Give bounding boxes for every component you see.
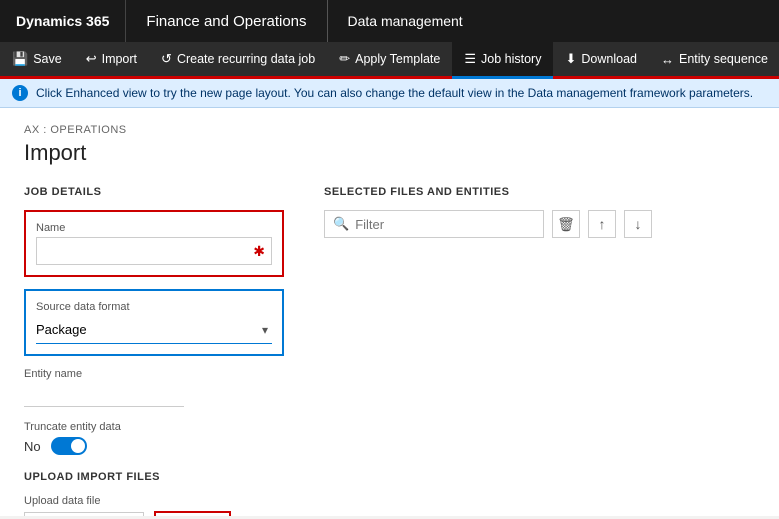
history-icon: ☰ [464,51,476,67]
main-content: AX : OPERATIONS Import JOB DETAILS Name … [0,108,779,516]
truncate-label: Truncate entity data [24,421,284,433]
filter-search-icon: 🔍 [333,216,349,232]
info-banner: i Click Enhanced view to try the new pag… [0,79,779,108]
app-label-area: Finance and Operations [126,0,327,42]
source-format-select[interactable]: Package CSV Excel XML-Element [36,322,258,337]
right-panel: SELECTED FILES AND ENTITIES 🔍 🗑 ↑ ↓ [324,186,755,516]
upload-file-input[interactable] [24,512,144,516]
job-details-label: JOB DETAILS [24,186,284,198]
name-input-wrap: ✱ [36,237,272,265]
entity-label: Entity sequence [679,52,768,66]
entities-label: SELECTED FILES AND ENTITIES [324,186,755,198]
toggle-knob [71,439,85,453]
recurring-button[interactable]: ↺ Create recurring data job [149,42,327,76]
history-label: Job history [481,52,541,66]
save-label: Save [33,52,62,66]
import-label: Import [102,52,137,66]
left-panel: JOB DETAILS Name ✱ Source data format Pa… [24,186,284,516]
upload-button[interactable]: Upload [154,511,231,516]
download-icon: ⬇ [565,51,576,67]
top-nav: Dynamics 365 Finance and Operations Data… [0,0,779,42]
name-input[interactable] [43,244,253,259]
brand-label: Dynamics 365 [16,13,109,29]
content-grid: JOB DETAILS Name ✱ Source data format Pa… [24,186,755,516]
template-label: Apply Template [355,52,440,66]
required-star: ✱ [253,243,265,260]
entity-button[interactable]: ↔ Entity sequence [649,42,779,76]
delete-icon[interactable]: 🗑 [552,210,580,238]
import-button[interactable]: ↩ Import [74,42,149,76]
module-label-area[interactable]: Data management [328,0,483,42]
truncate-toggle-row: No [24,437,284,455]
chevron-down-icon: ▾ [258,323,272,337]
page-title: Import [24,140,755,166]
template-icon: ✏ [339,51,350,67]
move-down-icon[interactable]: ↓ [624,210,652,238]
name-label: Name [36,222,272,234]
module-name: Data management [348,13,463,29]
upload-section-label: UPLOAD IMPORT FILES [24,471,284,483]
entity-name-label: Entity name [24,368,284,380]
download-label: Download [581,52,637,66]
info-message: Click Enhanced view to try the new page … [36,86,753,100]
recurring-label: Create recurring data job [177,52,315,66]
entity-name-input[interactable] [24,383,184,407]
upload-section: UPLOAD IMPORT FILES Upload data file Upl… [24,471,284,516]
filter-row: 🔍 🗑 ↑ ↓ [324,210,755,238]
truncate-field: Truncate entity data No [24,421,284,455]
filter-box: 🔍 [324,210,544,238]
toolbar: 💾 Save ↩ Import ↺ Create recurring data … [0,42,779,79]
breadcrumb: AX : OPERATIONS [24,124,755,136]
save-icon: 💾 [12,51,28,67]
save-button[interactable]: 💾 Save [0,42,74,76]
download-button[interactable]: ⬇ Download [553,42,649,76]
entity-icon: ↔ [661,52,674,67]
history-button[interactable]: ☰ Job history [452,42,553,79]
import-icon: ↩ [86,51,97,67]
template-button[interactable]: ✏ Apply Template [327,42,452,76]
upload-row: Upload [24,511,284,516]
move-up-icon[interactable]: ↑ [588,210,616,238]
recurring-icon: ↺ [161,51,172,67]
truncate-toggle[interactable] [51,437,87,455]
source-format-group: Source data format Package CSV Excel XML… [24,289,284,356]
entity-name-field: Entity name [24,368,284,407]
brand-logo[interactable]: Dynamics 365 [0,0,126,42]
truncate-value: No [24,439,41,454]
source-format-label: Source data format [36,301,272,313]
source-format-select-wrap: Package CSV Excel XML-Element ▾ [36,316,272,344]
filter-input[interactable] [355,217,535,232]
name-field-group: Name ✱ [24,210,284,277]
info-icon: i [12,85,28,101]
upload-file-label: Upload data file [24,495,284,507]
app-name: Finance and Operations [146,13,306,30]
